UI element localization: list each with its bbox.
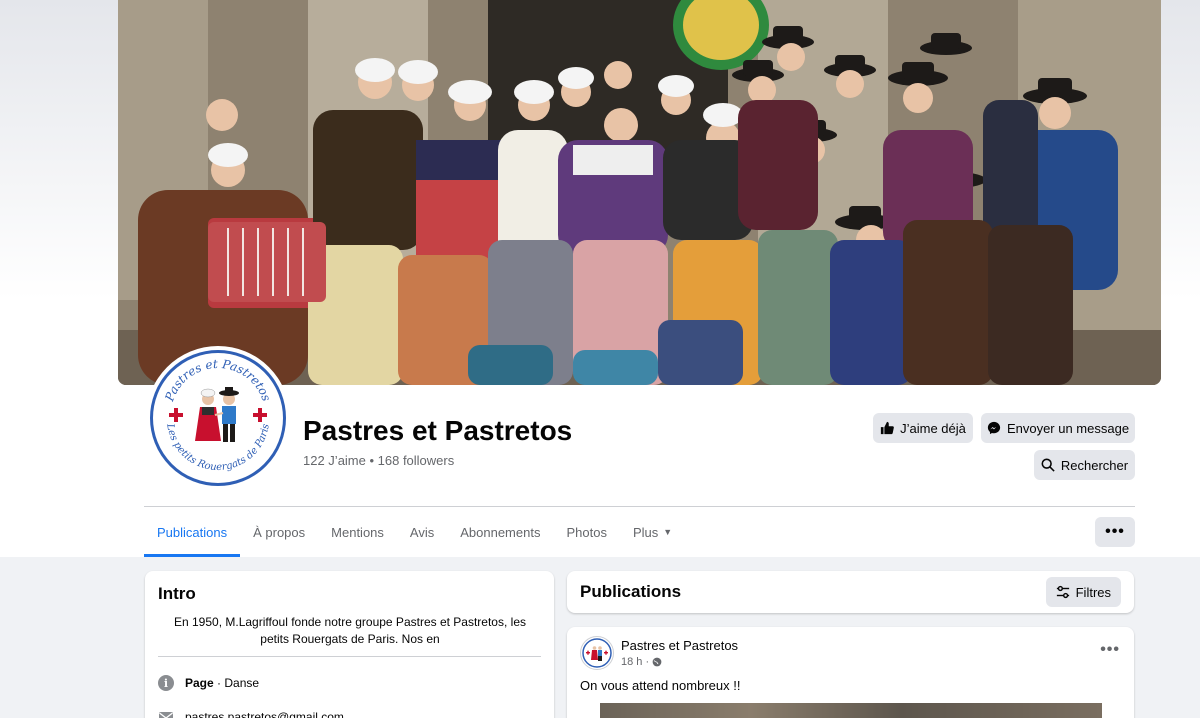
post-author-name[interactable]: Pastres et Pastretos [621,638,738,653]
search-button[interactable]: Rechercher [1034,450,1135,480]
intro-category-label: Page [185,676,214,690]
caret-down-icon: ▼ [663,527,673,537]
filters-button[interactable]: Filtres [1045,577,1121,607]
page-tabs: Publications À propos Mentions Avis Abon… [144,507,685,557]
intro-category: i Page · Danse [158,675,259,691]
post-image[interactable] [600,703,1102,718]
tab-photos[interactable]: Photos [553,507,619,557]
tab-about-label: À propos [253,524,306,540]
send-message-button[interactable]: Envoyer un message [981,413,1135,443]
post-avatar-logo [582,638,612,668]
search-icon [1041,458,1055,472]
thumbs-up-icon [880,421,894,435]
intro-bio: En 1950, M.Lagriffoul fonde notre groupe… [174,615,526,646]
tab-subscriptions-label: Abonnements [460,524,541,540]
tab-about[interactable]: À propos [240,507,318,557]
post-text: On vous attend nombreux !! [580,678,741,693]
intro-email[interactable]: pastres.pastretos@gmail.com [158,709,344,718]
intro-divider [158,656,541,657]
send-message-label: Envoyer un message [1006,420,1130,436]
post-meta: 18 h · [621,656,662,668]
filters-label: Filtres [1075,584,1111,600]
tab-publications[interactable]: Publications [144,507,241,557]
tab-more-label: Plus [632,524,659,540]
search-label: Rechercher [1060,457,1129,473]
intro-category-text: Page · Danse [185,676,259,690]
like-page-label: J’aime déjà [900,420,966,436]
tab-mentions-label: Mentions [331,524,384,540]
logo-top-text: Pastres et Pastretos [162,357,274,404]
tab-publications-label: Publications [157,524,228,540]
more-options-button[interactable]: ••• [1095,517,1135,547]
tab-mentions[interactable]: Mentions [318,507,397,557]
tab-reviews[interactable]: Avis [397,507,447,557]
intro-card: Intro En 1950, M.Lagriffoul fonde notre … [145,571,554,718]
tab-subscriptions[interactable]: Abonnements [447,507,553,557]
globe-icon [652,657,662,667]
profile-picture[interactable]: Pastres et Pastretos Les petits Rouergat… [146,346,290,490]
like-page-button[interactable]: J’aime déjà [873,413,973,443]
cover-photo-illustration [118,0,1161,385]
mail-icon [159,712,173,718]
publications-title: Publications [580,582,682,601]
tab-reviews-label: Avis [409,524,435,540]
post-card: Pastres et Pastretos 18 h · ••• On vous … [567,627,1134,718]
logo-illustration: Pastres et Pastretos Les petits Rouergat… [162,357,274,473]
intro-category-value: · Danse [213,676,260,690]
page-stats: 122 J’aime • 168 followers [303,453,455,468]
tab-photos-label: Photos [566,524,607,540]
tab-more[interactable]: Plus ▼ [620,507,685,557]
sliders-icon [1056,585,1069,599]
post-options-button[interactable]: ••• [1100,641,1120,659]
publications-header-card: Publications Filtres [567,571,1134,613]
messenger-icon [987,421,1001,435]
post-time[interactable]: 18 h · [621,656,649,668]
post-author-avatar[interactable] [580,636,614,670]
page-title: Pastres et Pastretos [303,415,573,446]
cover-photo[interactable] [118,0,1161,385]
info-icon: i [158,675,174,691]
logo: Pastres et Pastretos Les petits Rouergat… [150,350,286,486]
svg-text:Pastres et Pastretos: Pastres et Pastretos [162,357,274,404]
intro-title: Intro [158,584,196,603]
intro-email-text: pastres.pastretos@gmail.com [185,710,344,718]
